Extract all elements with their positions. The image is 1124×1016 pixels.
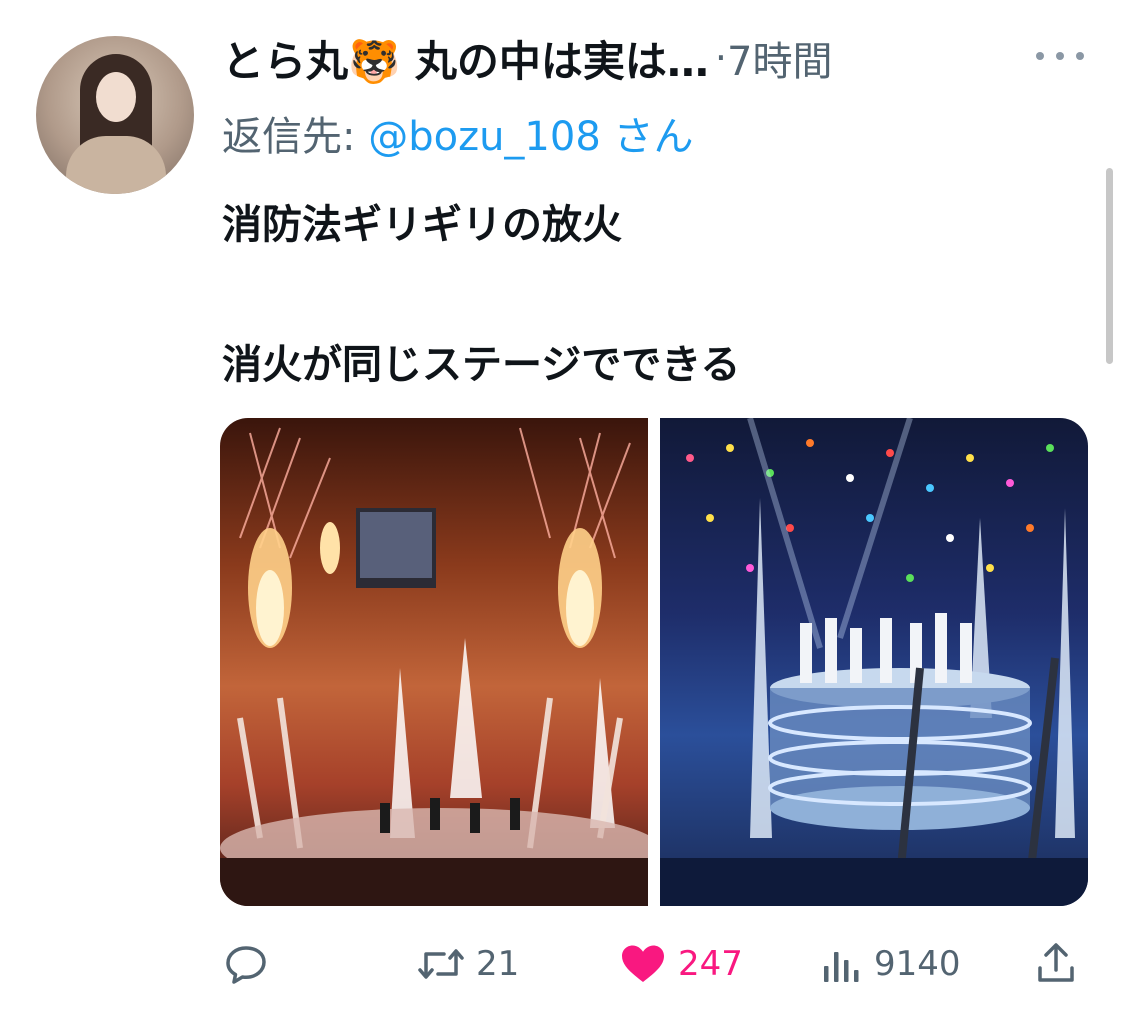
reply-button[interactable] bbox=[222, 936, 270, 992]
retweet-icon bbox=[418, 949, 464, 979]
tweet-text-line: 消防法ギリギリの放火 bbox=[222, 202, 622, 248]
scrollbar[interactable] bbox=[1106, 168, 1113, 364]
share-button[interactable] bbox=[1032, 936, 1080, 992]
avatar-face bbox=[96, 72, 136, 122]
more-dot bbox=[1056, 52, 1064, 60]
avatar-body bbox=[66, 136, 166, 194]
heart-icon bbox=[622, 945, 664, 982]
reply-handle-link[interactable]: @bozu_108 さん bbox=[368, 114, 693, 160]
author-avatar[interactable] bbox=[36, 36, 194, 194]
share-icon bbox=[1038, 943, 1074, 982]
views-icon bbox=[824, 952, 859, 982]
more-dot bbox=[1076, 52, 1084, 60]
author-name[interactable]: とら丸🐯 丸の中は実は… bbox=[222, 28, 709, 89]
more-options-icon[interactable] bbox=[1036, 44, 1084, 68]
reply-icon bbox=[226, 946, 266, 984]
tweet-text-line: 消火が同じステージでできる bbox=[222, 342, 741, 388]
media-photo[interactable] bbox=[660, 418, 1088, 906]
tweet-header: とら丸🐯 丸の中は実は… · 7時間 bbox=[222, 28, 832, 88]
tweet-actions: 21 247 9140 bbox=[220, 936, 1090, 992]
media-photo[interactable] bbox=[220, 418, 648, 906]
reply-context: 返信先: @bozu_108 さん bbox=[222, 104, 693, 162]
water-stage-image bbox=[660, 418, 1088, 906]
like-button[interactable]: 247 bbox=[618, 936, 743, 992]
views-button[interactable]: 9140 bbox=[820, 936, 961, 992]
retweet-button[interactable]: 21 bbox=[416, 936, 519, 992]
views-count: 9140 bbox=[874, 944, 961, 984]
more-dot bbox=[1036, 52, 1044, 60]
fireworks-stage-image bbox=[220, 427, 648, 906]
tweet-timestamp[interactable]: 7時間 bbox=[727, 29, 832, 87]
header-separator: · bbox=[714, 36, 728, 80]
retweet-count: 21 bbox=[476, 944, 520, 984]
media-grid bbox=[220, 418, 1088, 906]
reply-label: 返信先: bbox=[222, 114, 369, 160]
like-count: 247 bbox=[678, 944, 743, 984]
